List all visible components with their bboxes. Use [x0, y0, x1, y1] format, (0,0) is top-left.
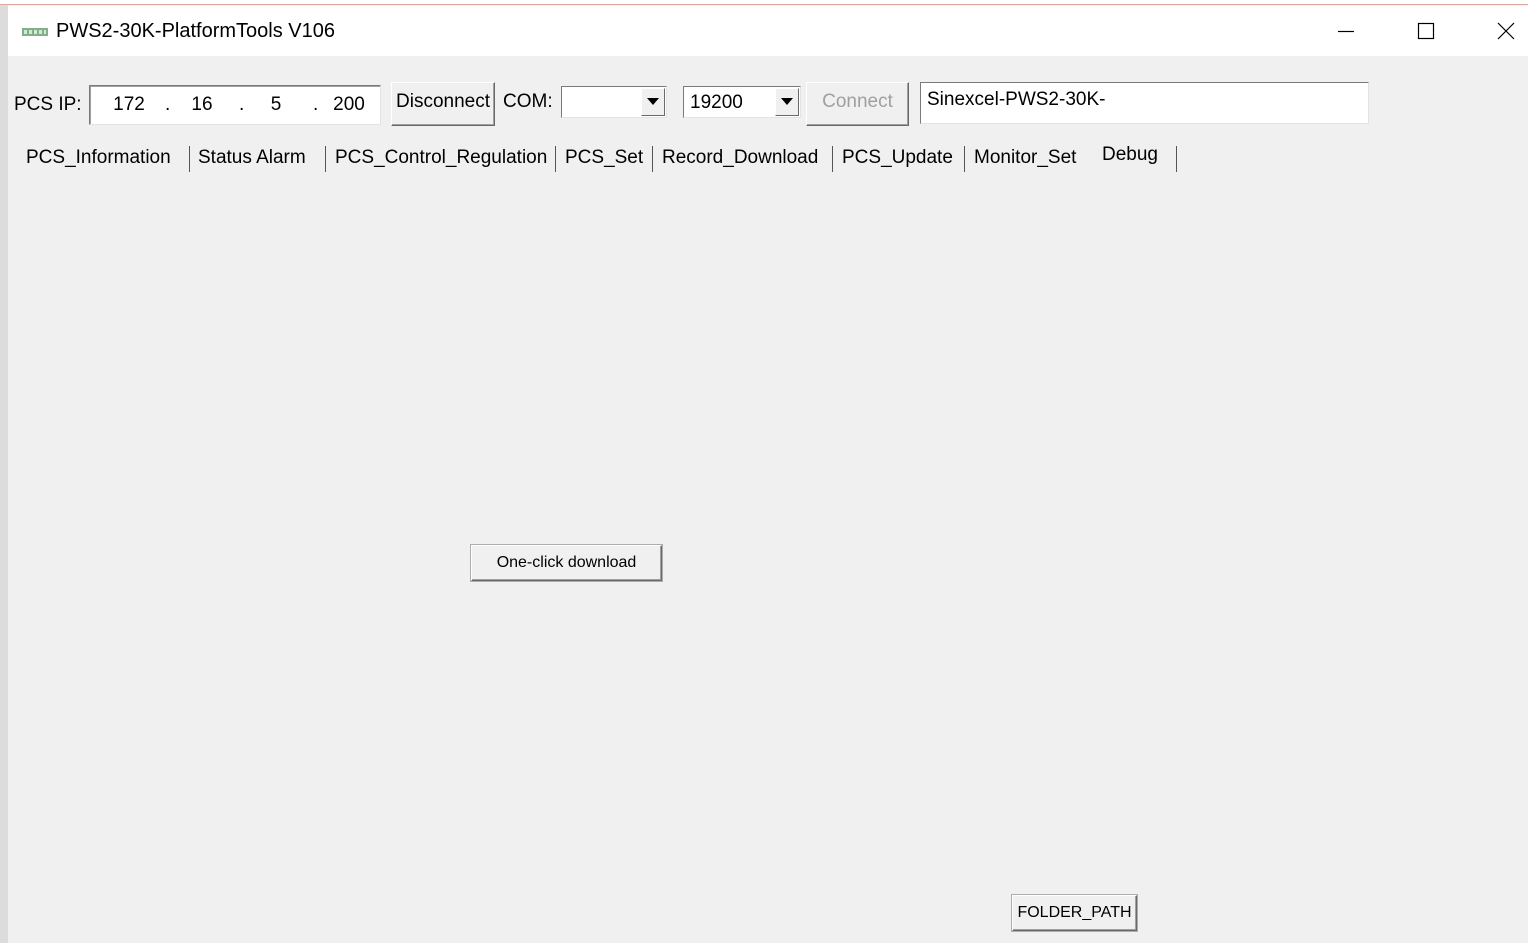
device-name-value: Sinexcel-PWS2-30K-	[927, 89, 1106, 110]
tab-pcs-information[interactable]: PCS_Information	[18, 143, 179, 173]
baud-rate-value: 19200	[690, 92, 743, 113]
connect-button[interactable]: Connect	[806, 82, 909, 126]
maximize-button[interactable]	[1387, 6, 1467, 56]
minimize-icon	[1338, 30, 1354, 33]
window-left-edge	[0, 5, 8, 943]
tab-monitor-set[interactable]: Monitor_Set	[966, 143, 1084, 173]
pcs-ip-label: PCS IP:	[14, 94, 82, 115]
com-label: COM:	[503, 91, 553, 112]
tab-separator	[964, 146, 965, 172]
tab-separator	[832, 146, 833, 172]
close-button[interactable]	[1467, 6, 1528, 56]
ip-octet-4[interactable]: 200	[326, 94, 372, 116]
window-top-border	[0, 0, 1528, 5]
tab-separator	[652, 146, 653, 172]
tab-debug[interactable]: Debug	[1094, 140, 1166, 170]
minimize-button[interactable]	[1307, 6, 1387, 56]
window-title: PWS2-30K-PlatformTools V106	[56, 20, 336, 42]
tab-pcs-update[interactable]: PCS_Update	[834, 143, 961, 173]
com-port-select[interactable]	[561, 86, 667, 118]
app-window: PWS2-30K-PlatformTools V106 PCS IP: 172 …	[8, 6, 1528, 943]
com-dropdown-button[interactable]	[641, 88, 665, 116]
ip-dot-3: .	[313, 94, 319, 115]
chevron-down-icon	[647, 98, 659, 105]
baud-dropdown-button[interactable]	[775, 88, 799, 116]
tab-record-download[interactable]: Record_Download	[654, 143, 826, 173]
ip-dot-2: .	[239, 94, 245, 115]
maximize-icon	[1417, 22, 1435, 40]
ip-octet-1[interactable]: 172	[106, 94, 152, 116]
pcs-ip-input[interactable]: 172 . 16 . 5 . 200	[89, 85, 381, 125]
folder-path-button[interactable]: FOLDER_PATH	[1012, 895, 1137, 931]
tab-separator	[325, 146, 326, 172]
ip-octet-2[interactable]: 16	[179, 94, 225, 116]
ip-octet-3[interactable]: 5	[253, 94, 299, 116]
baud-rate-select[interactable]: 19200	[683, 86, 801, 118]
disconnect-button[interactable]: Disconnect	[391, 82, 495, 126]
tab-pcs-set[interactable]: PCS_Set	[557, 143, 651, 173]
tab-pcs-control-regulation[interactable]: PCS_Control_Regulation	[327, 143, 555, 173]
tab-separator	[1176, 146, 1177, 172]
tab-separator	[555, 146, 556, 172]
chevron-down-icon	[781, 98, 793, 105]
ip-dot-1: .	[165, 94, 171, 115]
tab-status-alarm[interactable]: Status Alarm	[190, 143, 314, 173]
one-click-download-button[interactable]: One-click download	[471, 545, 662, 581]
title-bar[interactable]: PWS2-30K-PlatformTools V106	[8, 6, 1528, 56]
close-icon	[1497, 22, 1515, 40]
app-icon	[22, 28, 48, 36]
device-name-field[interactable]: Sinexcel-PWS2-30K-	[920, 82, 1369, 124]
